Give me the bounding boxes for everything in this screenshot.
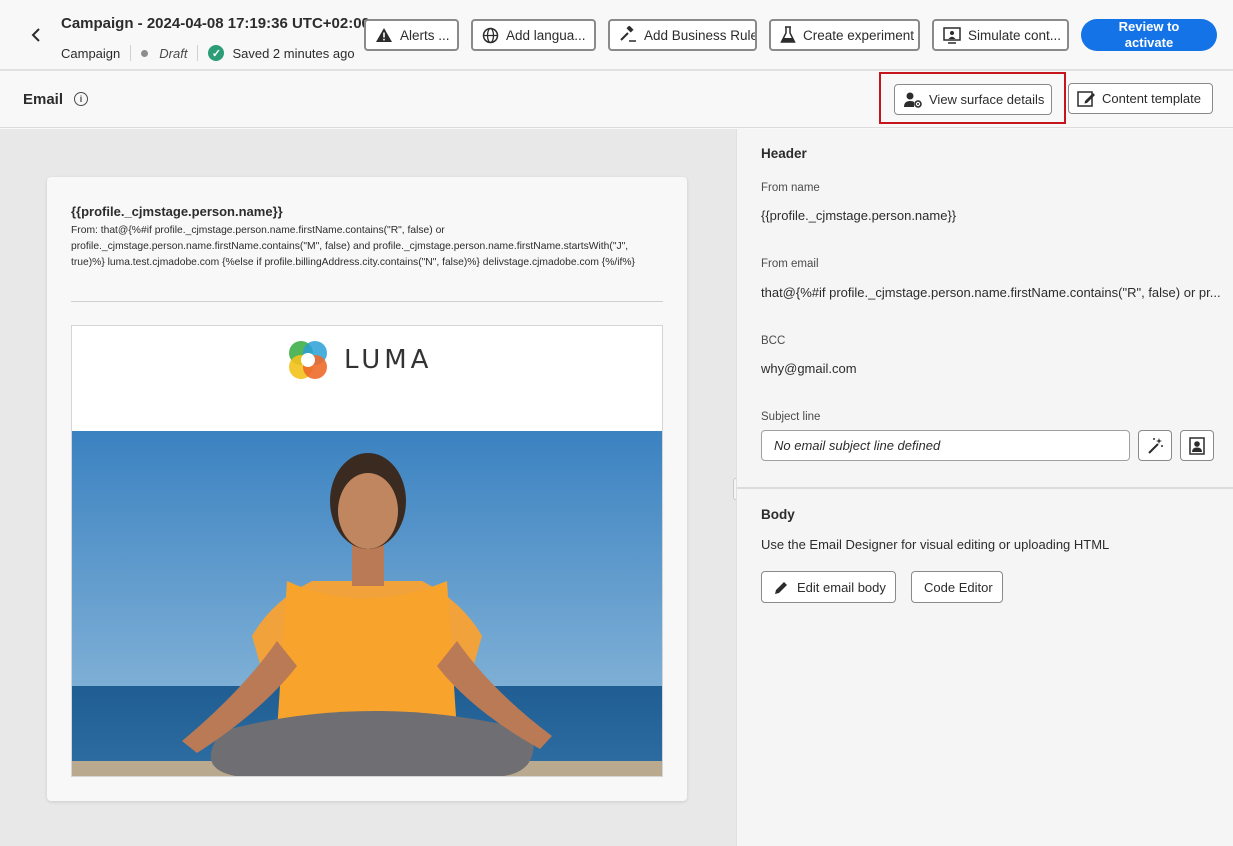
edit-template-icon xyxy=(1077,90,1096,108)
profile-card-icon xyxy=(1189,436,1205,455)
body-section-title: Body xyxy=(761,507,795,522)
saved-status: Saved 2 minutes ago xyxy=(232,45,355,61)
bcc-label: BCC xyxy=(761,335,786,347)
divider xyxy=(71,301,663,302)
code-editor-button[interactable]: Code Editor xyxy=(911,571,1003,603)
alerts-button[interactable]: Alerts ... xyxy=(364,19,459,51)
section-divider xyxy=(737,487,1233,489)
ai-generate-button[interactable] xyxy=(1138,430,1172,461)
review-label-line2: activate xyxy=(1124,35,1174,50)
email-body-preview[interactable]: LUMA xyxy=(71,325,663,777)
add-language-button[interactable]: Add langua... xyxy=(471,19,596,51)
personalization-button[interactable] xyxy=(1180,430,1214,461)
campaign-status-line: Campaign Draft ✓ Saved 2 minutes ago xyxy=(61,44,355,62)
page-title: Email xyxy=(23,91,64,108)
from-email-label: From email xyxy=(761,258,819,270)
preview-from-line: From: that@{%#if profile._cjmstage.perso… xyxy=(71,225,635,268)
header-section-title: Header xyxy=(761,146,807,161)
email-preview-card: {{profile._cjmstage.person.name}} From: … xyxy=(47,177,687,801)
edit-email-body-button[interactable]: Edit email body xyxy=(761,571,896,603)
add-business-rule-label: Add Business Rule xyxy=(644,27,757,43)
top-bar: Campaign - 2024-04-08 17:19:36 UTC+02:00… xyxy=(0,0,1233,71)
review-to-activate-button[interactable]: Review to activate xyxy=(1081,19,1217,51)
review-label-line1: Review to xyxy=(1118,19,1180,34)
alert-triangle-icon xyxy=(375,26,393,44)
from-name-value: {{profile._cjmstage.person.name}} xyxy=(761,208,957,223)
bcc-value: why@gmail.com xyxy=(761,361,857,376)
content-template-button[interactable]: Content template xyxy=(1068,83,1213,114)
email-preview-area: {{profile._cjmstage.person.name}} From: … xyxy=(0,129,736,846)
campaign-type-label: Campaign xyxy=(61,45,121,61)
divider xyxy=(130,45,132,61)
create-experiment-button[interactable]: Create experiment xyxy=(769,19,920,51)
code-editor-label: Code Editor xyxy=(924,579,993,595)
body-description: Use the Email Designer for visual editin… xyxy=(761,537,1110,552)
simulate-content-button[interactable]: Simulate cont... xyxy=(932,19,1069,51)
create-experiment-label: Create experiment xyxy=(803,27,915,43)
preview-screen-icon xyxy=(943,26,961,44)
globe-icon xyxy=(482,26,499,44)
properties-panel: Header From name {{profile._cjmstage.per… xyxy=(736,129,1233,846)
simulate-content-label: Simulate cont... xyxy=(968,27,1062,43)
magic-wand-icon xyxy=(1148,437,1163,454)
status-badge: Draft xyxy=(159,45,188,61)
subject-line-input[interactable]: No email subject line defined xyxy=(761,430,1130,461)
pencil-icon xyxy=(774,579,789,595)
highlight-box xyxy=(879,72,1066,124)
alerts-label: Alerts ... xyxy=(400,27,450,43)
luma-logo-mark-icon xyxy=(289,341,327,379)
from-name-label: From name xyxy=(761,182,820,194)
subject-line-label: Subject line xyxy=(761,411,821,423)
campaign-title: Campaign - 2024-04-08 17:19:36 UTC+02:00 xyxy=(61,15,370,32)
edit-email-body-label: Edit email body xyxy=(797,579,886,595)
from-email-value: that@{%#if profile._cjmstage.person.name… xyxy=(761,285,1221,300)
flask-icon xyxy=(780,26,796,44)
info-icon[interactable]: i xyxy=(74,92,88,106)
gavel-icon xyxy=(619,26,637,44)
divider xyxy=(197,45,199,61)
status-dot-icon xyxy=(141,49,149,57)
add-language-label: Add langua... xyxy=(506,27,586,43)
back-chevron-icon[interactable] xyxy=(26,24,46,46)
add-business-rule-button[interactable]: Add Business Rule xyxy=(608,19,757,51)
luma-logo-text: LUMA xyxy=(344,345,433,375)
preview-from-name: {{profile._cjmstage.person.name}} xyxy=(71,204,283,219)
luma-logo: LUMA xyxy=(286,338,432,382)
content-template-label: Content template xyxy=(1102,91,1202,106)
checkmark-circle-icon: ✓ xyxy=(208,45,225,61)
hero-image xyxy=(72,431,662,776)
